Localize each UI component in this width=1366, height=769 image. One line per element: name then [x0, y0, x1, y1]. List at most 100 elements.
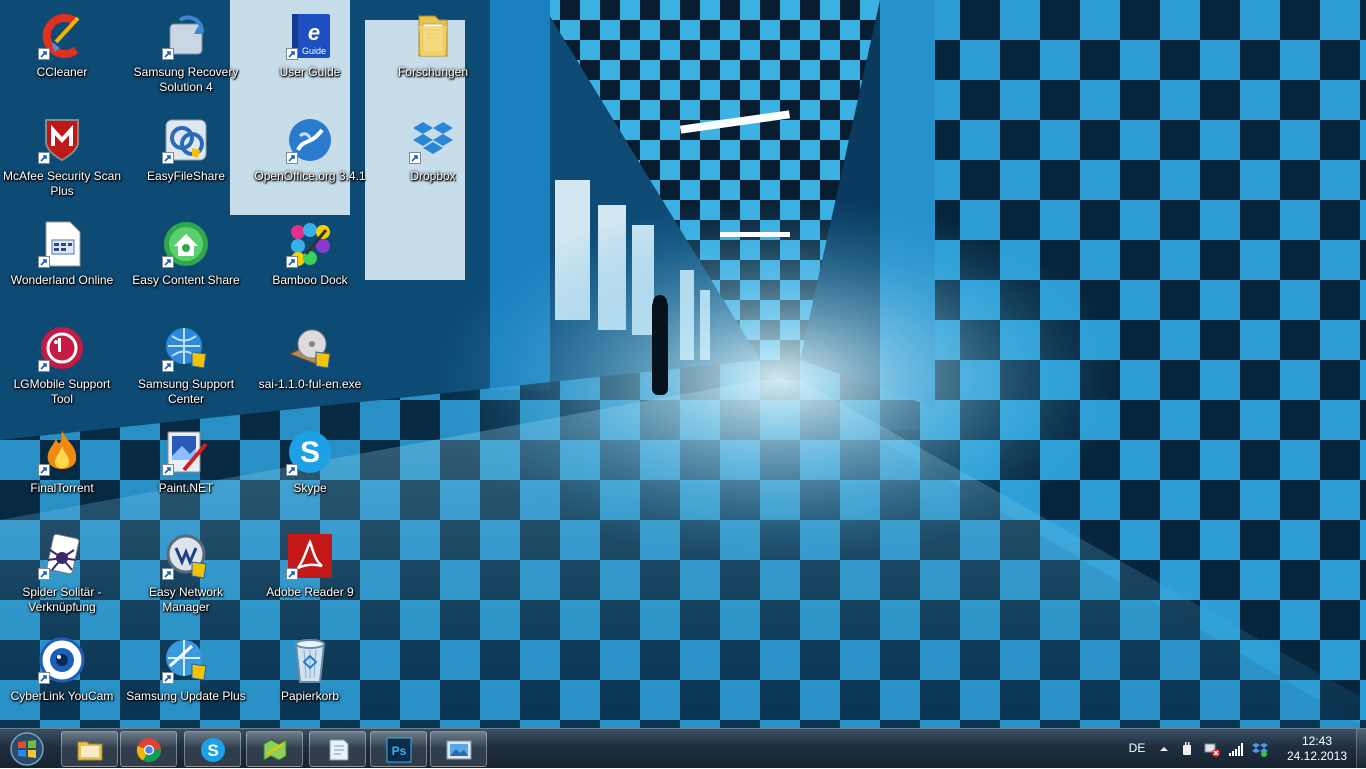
network-error-icon[interactable]: [1204, 741, 1220, 757]
taskbar-photoshop-button[interactable]: Ps: [370, 731, 427, 767]
user-guide-icon: e Guide: [286, 12, 334, 60]
folder-library-icon: [77, 741, 103, 761]
signal-strength-icon[interactable]: [1228, 741, 1244, 757]
desktop-icon-label: Wonderland Online: [10, 273, 114, 287]
taskbar-notes-button[interactable]: [309, 731, 366, 767]
desktop-icon-label: Papierkorb: [280, 689, 340, 703]
svg-text:Ps: Ps: [392, 744, 407, 758]
openoffice-icon: [286, 116, 334, 164]
desktop-icon-wonderland-online[interactable]: Wonderland Online: [0, 212, 124, 312]
taskbar: S Ps DE 12:43 24.12.2013: [0, 728, 1366, 768]
desktop-icon-label: Samsung Update Plus: [126, 689, 246, 703]
desktop-icon-lgmobile-support-tool[interactable]: LGMobile Support Tool: [0, 316, 124, 416]
taskbar-chrome-button[interactable]: [120, 731, 177, 767]
shortcut-arrow-icon: [38, 256, 50, 268]
svg-text:S: S: [207, 741, 218, 760]
dropbox-tray-icon[interactable]: [1252, 741, 1268, 757]
shortcut-arrow-icon: [286, 152, 298, 164]
spider-solitaire-icon: [38, 532, 86, 580]
desktop-icon-paint-net[interactable]: Paint.NET: [124, 420, 248, 520]
bamboo-dock-icon: [286, 220, 334, 268]
taskbar-clock[interactable]: 12:43 24.12.2013: [1280, 734, 1354, 764]
desktop-icon-forschungen[interactable]: Forschungen: [371, 4, 495, 104]
map-app-icon: [263, 739, 287, 761]
dropbox-icon: [409, 116, 457, 164]
shortcut-arrow-icon: [38, 360, 50, 372]
show-desktop-button[interactable]: [1356, 729, 1366, 768]
skype-icon: S: [286, 428, 334, 476]
shortcut-arrow-icon: [162, 360, 174, 372]
taskbar-skype-button[interactable]: S: [184, 731, 241, 767]
shortcut-arrow-icon: [409, 152, 421, 164]
notes-icon: [329, 739, 349, 761]
desktop-icon-samsung-recovery-solution[interactable]: Samsung Recovery Solution 4: [124, 4, 248, 104]
windows-orb-icon: [10, 732, 44, 766]
shortcut-arrow-icon: [286, 256, 298, 268]
chrome-icon: [136, 738, 161, 763]
desktop-icon-easy-content-share[interactable]: Easy Content Share: [124, 212, 248, 312]
recovery-icon: [162, 12, 210, 60]
desktop-icon-cyberlink-youcam[interactable]: CyberLink YouCam: [0, 628, 124, 728]
desktop-icon-label: Dropbox: [410, 169, 456, 183]
language-indicator[interactable]: DE: [1126, 729, 1148, 769]
desktop-icon-label: sai-1.1.0-ful-en.exe: [258, 377, 362, 391]
flame-icon: [38, 428, 86, 476]
desktop-icon-label: Skype: [293, 481, 327, 495]
desktop-icon-mcafee[interactable]: McAfee Security Scan Plus: [0, 108, 124, 208]
show-hidden-icons-icon[interactable]: [1156, 741, 1172, 757]
shortcut-arrow-icon: [38, 152, 50, 164]
desktop-icon-user-guide[interactable]: e Guide User Guide: [248, 4, 372, 104]
taskbar-photo-viewer-button[interactable]: [430, 731, 487, 767]
file-share-icon: [162, 116, 210, 164]
desktop-icon-skype[interactable]: S Skype: [248, 420, 372, 520]
shortcut-arrow-icon: [286, 464, 298, 476]
svg-text:S: S: [300, 436, 320, 469]
desktop-icon-easyfileshare[interactable]: EasyFileShare: [124, 108, 248, 208]
shortcut-arrow-icon: [38, 568, 50, 580]
clock-date: 24.12.2013: [1286, 749, 1348, 763]
desktop-icon-easy-network-manager[interactable]: Easy Network Manager: [124, 524, 248, 624]
desktop-icon-dropbox[interactable]: Dropbox: [371, 108, 495, 208]
clock-time: 12:43: [1301, 734, 1333, 748]
desktop-icon-adobe-reader[interactable]: Adobe Reader 9: [248, 524, 372, 624]
content-share-icon: [162, 220, 210, 268]
taskbar-map-button[interactable]: [246, 731, 303, 767]
shortcut-arrow-icon: [162, 256, 174, 268]
desktop-icon-recycle-bin[interactable]: Papierkorb: [248, 628, 372, 728]
power-plug-icon[interactable]: [1180, 741, 1196, 757]
desktop-icon-label: Spider Solitär - Verknüpfung: [22, 585, 102, 614]
desktop-icon-sai-installer[interactable]: sai-1.1.0-ful-en.exe: [248, 316, 372, 416]
mcafee-icon: [38, 116, 86, 164]
desktop-icon-label: FinalTorrent: [30, 481, 94, 495]
network-manager-icon: [162, 532, 210, 580]
update-globe-icon: [162, 636, 210, 684]
shortcut-arrow-icon: [38, 464, 50, 476]
taskbar-explorer-button[interactable]: [61, 731, 118, 767]
ccleaner-icon: [38, 12, 86, 60]
shortcut-arrow-icon: [162, 152, 174, 164]
start-button[interactable]: [4, 730, 50, 768]
shortcut-arrow-icon: [38, 48, 50, 60]
desktop-icon-label: EasyFileShare: [146, 169, 226, 183]
desktop-icon-spider-solitaire[interactable]: Spider Solitär - Verknüpfung: [0, 524, 124, 624]
desktop-icon-label: Forschungen: [397, 65, 469, 79]
desktop-icon-label: CyberLink YouCam: [10, 689, 114, 703]
webcam-icon: [38, 636, 86, 684]
desktop-icon-openoffice[interactable]: OpenOffice.org 3.4.1: [248, 108, 372, 208]
desktop-icon-label: User Guide: [279, 65, 341, 79]
desktop-icon-label: LGMobile Support Tool: [13, 377, 111, 406]
desktop-icon-label: Adobe Reader 9: [266, 585, 354, 599]
installer-disc-icon: [286, 324, 334, 372]
folder-icon: [409, 12, 457, 60]
desktop-icon-bamboo-dock[interactable]: Bamboo Dock: [248, 212, 372, 312]
shortcut-arrow-icon: [38, 672, 50, 684]
desktop-icon-ccleaner[interactable]: CCleaner: [0, 4, 124, 104]
lg-icon: [38, 324, 86, 372]
svg-text:e: e: [308, 20, 320, 45]
desktop-icon-finaltorrent[interactable]: FinalTorrent: [0, 420, 124, 520]
desktop-icon-samsung-support-center[interactable]: Samsung Support Center: [124, 316, 248, 416]
desktop-icon-samsung-update-plus[interactable]: Samsung Update Plus: [124, 628, 248, 728]
document-icon: [38, 220, 86, 268]
svg-text:Guide: Guide: [302, 46, 326, 56]
shortcut-arrow-icon: [162, 672, 174, 684]
